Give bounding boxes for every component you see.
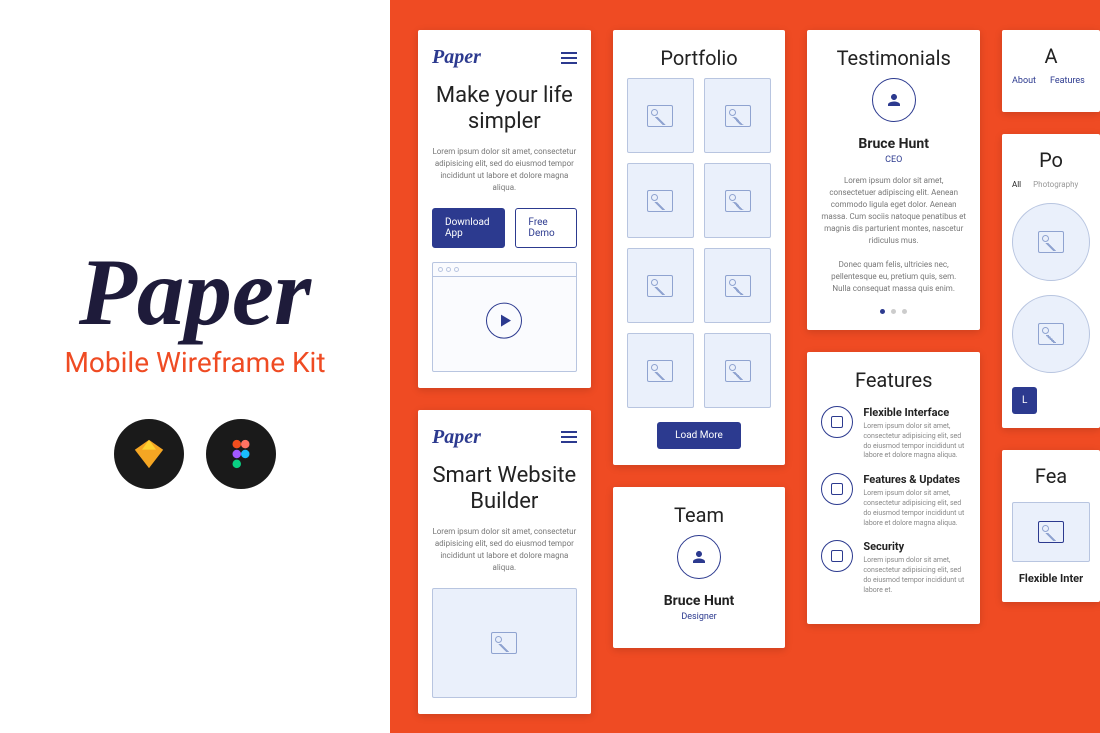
tab-about[interactable]: About (1012, 76, 1036, 86)
feature-icon (821, 540, 853, 572)
download-button[interactable]: Download App (432, 208, 505, 248)
portfolio-item[interactable] (704, 248, 771, 323)
testimonials-screen: Testimonials Bruce Hunt CEO Lorem ipsum … (807, 30, 980, 330)
preview-panel: Paper Make your life simpler Lorem ipsum… (390, 0, 1100, 733)
hero-title: Make your life simpler (432, 83, 577, 136)
portfolio-item[interactable] (704, 333, 771, 408)
builder-screen: Paper Smart Website Builder Lorem ipsum … (418, 410, 591, 714)
portfolio-circle-item[interactable] (1012, 203, 1090, 281)
testimonial-role: CEO (821, 155, 966, 165)
filter-photography[interactable]: Photography (1033, 180, 1078, 189)
app-logo: Paper (432, 426, 481, 449)
team-title: Team (627, 503, 772, 527)
figma-icon (206, 419, 276, 489)
feature-item: Security Lorem ipsum dolor sit amet, cons… (821, 540, 966, 595)
feature-icon (821, 406, 853, 438)
tool-icons (114, 419, 276, 489)
feature-item-body: Lorem ipsum dolor sit amet, consectetur … (863, 489, 966, 528)
load-more-button[interactable]: Load More (657, 422, 741, 449)
portfolio2-title: Po (1012, 148, 1090, 172)
feature-item-title: Security (863, 540, 966, 553)
testimonials-title: Testimonials (821, 46, 966, 70)
team-role: Designer (627, 612, 772, 622)
sketch-icon (114, 419, 184, 489)
feature-item: Features & Updates Lorem ipsum dolor sit … (821, 473, 966, 528)
portfolio-item[interactable] (627, 333, 694, 408)
portfolio-screen: Portfolio Load More (613, 30, 786, 465)
about-tabs[interactable]: About Features (1012, 76, 1090, 86)
app-logo: Paper (432, 46, 481, 69)
hero-screen: Paper Make your life simpler Lorem ipsum… (418, 30, 591, 388)
brand-subtitle: Mobile Wireframe Kit (64, 346, 325, 379)
feature-item-body: Lorem ipsum dolor sit amet, consectetur … (863, 422, 966, 461)
avatar-icon (872, 78, 916, 122)
image-placeholder (432, 588, 577, 698)
portfolio-title: Portfolio (627, 46, 772, 70)
portfolio-item[interactable] (627, 78, 694, 153)
feature-item-body: Lorem ipsum dolor sit amet, consectetur … (863, 556, 966, 595)
team-screen: Team Bruce Hunt Designer (613, 487, 786, 648)
portfolio2-screen: Po All Photography L (1002, 134, 1100, 428)
portfolio-item[interactable] (704, 78, 771, 153)
video-placeholder[interactable] (432, 262, 577, 372)
features-title: Features (821, 368, 966, 392)
feature-image (1012, 502, 1090, 562)
play-icon[interactable] (486, 302, 522, 338)
demo-button[interactable]: Free Demo (515, 208, 576, 248)
left-panel: Paper Mobile Wireframe Kit (0, 0, 390, 733)
team-name: Bruce Hunt (627, 593, 772, 609)
feature-icon (821, 473, 853, 505)
features2-title: Fea (1012, 464, 1090, 488)
about-title: A (1012, 44, 1090, 68)
feature-item-title: Flexible Interface (863, 406, 966, 419)
feature-item: Flexible Interface Lorem ipsum dolor sit … (821, 406, 966, 461)
testimonial-body: Lorem ipsum dolor sit amet, consectetuer… (821, 175, 966, 295)
portfolio-item[interactable] (704, 163, 771, 238)
feature2-item-title: Flexible Inter (1012, 572, 1090, 585)
feature-item-title: Features & Updates (863, 473, 966, 486)
portfolio-circle-item[interactable] (1012, 295, 1090, 373)
features-screen: Features Flexible Interface Lorem ipsum d… (807, 352, 980, 624)
menu-icon[interactable] (561, 431, 577, 443)
tab-features[interactable]: Features (1050, 76, 1085, 86)
brand-logo: Paper (79, 245, 311, 340)
features2-screen: Fea Flexible Inter (1002, 450, 1100, 602)
about-screen: A About Features (1002, 30, 1100, 112)
portfolio-filters[interactable]: All Photography (1012, 180, 1090, 189)
portfolio-item[interactable] (627, 163, 694, 238)
pagination-dots[interactable] (821, 309, 966, 314)
load-more-button[interactable]: L (1012, 387, 1037, 414)
filter-all[interactable]: All (1012, 180, 1021, 189)
hero-body: Lorem ipsum dolor sit amet, consectetur … (432, 146, 577, 194)
builder-body: Lorem ipsum dolor sit amet, consectetur … (432, 526, 577, 574)
portfolio-item[interactable] (627, 248, 694, 323)
builder-title: Smart Website Builder (432, 463, 577, 516)
avatar-icon (677, 535, 721, 579)
menu-icon[interactable] (561, 52, 577, 64)
testimonial-name: Bruce Hunt (821, 136, 966, 152)
